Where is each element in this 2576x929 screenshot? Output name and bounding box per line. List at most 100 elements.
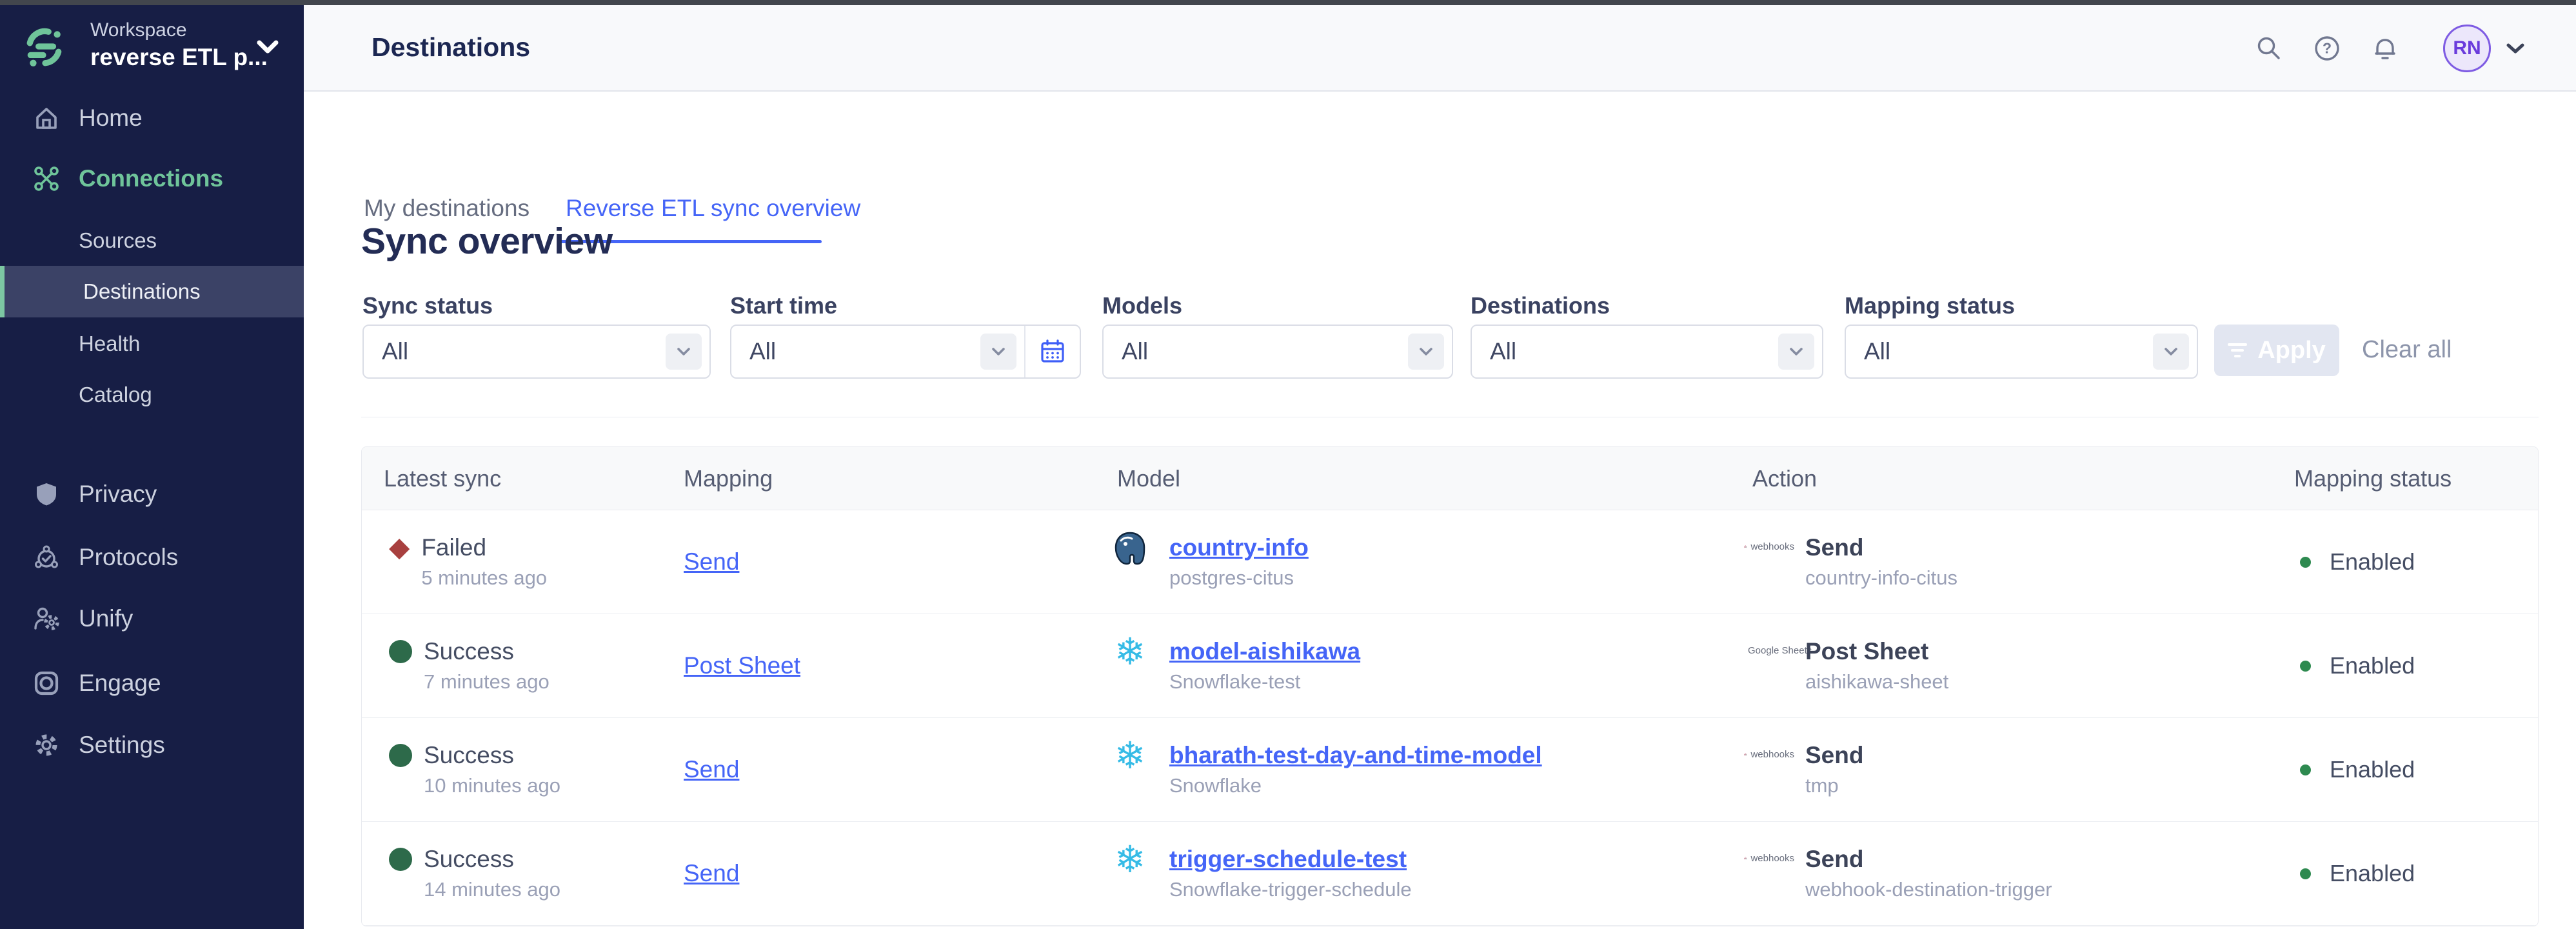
mapping-cell: Post Sheet: [684, 652, 1112, 679]
sidebar-item-health[interactable]: Health: [0, 321, 304, 367]
webhooks-icon: webhooks: [1744, 537, 1794, 556]
model-link[interactable]: country-info: [1169, 534, 1309, 561]
mapping-link[interactable]: Send: [684, 756, 739, 783]
mapping-status-cell: Enabled: [2294, 548, 2538, 575]
chevron-down-icon: [666, 334, 702, 370]
filter-label-mapping-status: Mapping status: [1845, 292, 2015, 319]
action-cell: webhooks Send country-info-citus: [1744, 533, 2294, 591]
mapping-status-text: Enabled: [2330, 652, 2415, 679]
chevron-down-icon: [2153, 334, 2189, 370]
rudderstack-logo: [25, 27, 64, 67]
table-row: ◆ Failed 5 minutes ago Send country-info: [362, 510, 2538, 614]
filter-label-start-time: Start time: [730, 292, 837, 319]
sidebar-item-unify[interactable]: Unify: [0, 595, 304, 642]
model-cell: ❄ model-aishikawa Snowflake-test: [1112, 637, 1744, 695]
sidebar-item-connections[interactable]: Connections: [0, 155, 304, 202]
chevron-down-icon: [255, 37, 280, 55]
chevron-down-icon: [1408, 334, 1444, 370]
shield-icon: [32, 480, 61, 508]
sync-status-text: Success: [424, 637, 550, 666]
webhooks-icon: webhooks: [1744, 744, 1794, 764]
model-cell: country-info postgres-citus: [1112, 533, 1744, 591]
webhooks-icon: webhooks: [1744, 848, 1794, 868]
models-select[interactable]: All: [1102, 325, 1453, 379]
tab-my-destinations[interactable]: My destinations: [364, 195, 530, 222]
model-link[interactable]: trigger-schedule-test: [1169, 846, 1407, 872]
sync-status-select[interactable]: All: [362, 325, 711, 379]
model-cell: ❄ bharath-test-day-and-time-model Snowfl…: [1112, 741, 1744, 799]
mapping-link[interactable]: Send: [684, 860, 739, 886]
model-source-text: Snowflake-test: [1169, 669, 1360, 695]
latest-sync-cell: ◆ Failed 5 minutes ago: [362, 533, 684, 591]
latest-sync-cell: Success 7 minutes ago: [362, 637, 684, 695]
avatar[interactable]: RN: [2443, 25, 2491, 72]
model-cell: ❄ trigger-schedule-test Snowflake-trigge…: [1112, 844, 1744, 903]
mapping-cell: Send: [684, 548, 1112, 575]
search-icon[interactable]: [2254, 33, 2284, 64]
sidebar-item-label: Engage: [79, 670, 161, 697]
sidebar-item-catalog[interactable]: Catalog: [0, 372, 304, 418]
sidebar-item-label: Sources: [79, 228, 157, 253]
mapping-status-text: Enabled: [2330, 756, 2415, 783]
mapping-status-text: Enabled: [2330, 860, 2415, 887]
app-window: Workspace reverse ETL p... Home Connecti…: [0, 0, 2576, 929]
action-name: Post Sheet: [1805, 637, 1948, 666]
sync-time-text: 14 minutes ago: [424, 877, 560, 903]
snowflake-icon: ❄: [1112, 842, 1148, 878]
bell-icon[interactable]: [2370, 33, 2401, 64]
svg-text:?: ?: [2323, 40, 2332, 57]
sidebar-item-privacy[interactable]: Privacy: [0, 471, 304, 517]
protocols-icon: [32, 543, 61, 572]
help-icon[interactable]: ?: [2312, 33, 2343, 64]
start-time-select[interactable]: All: [730, 325, 1081, 379]
model-source-text: Snowflake-trigger-schedule: [1169, 877, 1412, 903]
tab-reverse-etl-sync-overview[interactable]: Reverse ETL sync overview: [566, 195, 860, 222]
sidebar-item-engage[interactable]: Engage: [0, 660, 304, 706]
gear-icon: [32, 731, 61, 759]
section-heading: Sync overview: [361, 220, 613, 263]
sidebar-item-home[interactable]: Home: [0, 95, 304, 141]
sidebar-item-settings[interactable]: Settings: [0, 722, 304, 768]
sidebar-item-sources[interactable]: Sources: [0, 217, 304, 264]
action-name: Send: [1805, 844, 2052, 874]
model-link[interactable]: model-aishikawa: [1169, 638, 1360, 664]
connections-icon: [32, 165, 61, 193]
enabled-dot-icon: [2300, 557, 2311, 568]
sync-overview-table: Latest sync Mapping Model Action Mapping…: [361, 446, 2539, 926]
home-icon: [32, 104, 61, 132]
sync-status-text: Success: [424, 844, 560, 874]
mapping-status-cell: Enabled: [2294, 652, 2538, 679]
column-header-latest-sync: Latest sync: [362, 465, 684, 492]
filter-icon: [2228, 342, 2247, 359]
mapping-status-cell: Enabled: [2294, 756, 2538, 783]
main-area: Destinations ? RN My destinations Revers: [304, 5, 2576, 929]
mapping-status-select[interactable]: All: [1845, 325, 2198, 379]
sidebar-item-protocols[interactable]: Protocols: [0, 534, 304, 581]
action-destination-text: tmp: [1805, 773, 1863, 799]
apply-button[interactable]: Apply: [2214, 325, 2339, 376]
model-source-text: postgres-citus: [1169, 565, 1309, 591]
top-strip: [0, 0, 2576, 5]
model-link[interactable]: bharath-test-day-and-time-model: [1169, 742, 1542, 768]
destinations-select[interactable]: All: [1471, 325, 1823, 379]
action-cell: webhooks Send tmp: [1744, 741, 2294, 799]
account-chevron-down-icon[interactable]: [2505, 41, 2526, 55]
action-cell: Google Sheets Post Sheet aishikawa-sheet: [1744, 637, 2294, 695]
clear-all-button[interactable]: Clear all: [2362, 336, 2452, 364]
mapping-link[interactable]: Post Sheet: [684, 652, 800, 679]
table-header-row: Latest sync Mapping Model Action Mapping…: [362, 447, 2538, 510]
latest-sync-cell: Success 10 minutes ago: [362, 741, 684, 799]
mapping-link[interactable]: Send: [684, 548, 739, 575]
calendar-icon[interactable]: [1024, 326, 1080, 377]
column-header-mapping-status: Mapping status: [2294, 465, 2538, 492]
mapping-cell: Send: [684, 756, 1112, 783]
mapping-status-cell: Enabled: [2294, 860, 2538, 887]
snowflake-icon: ❄: [1112, 738, 1148, 774]
sidebar-item-label: Unify: [79, 605, 133, 632]
sidebar-item-destinations[interactable]: Destinations: [0, 266, 304, 317]
workspace-switcher[interactable]: Workspace reverse ETL p...: [0, 5, 304, 89]
model-source-text: Snowflake: [1169, 773, 1542, 799]
sync-time-text: 10 minutes ago: [424, 773, 560, 799]
failed-status-icon: ◆: [389, 533, 410, 561]
success-status-icon: [389, 744, 412, 767]
